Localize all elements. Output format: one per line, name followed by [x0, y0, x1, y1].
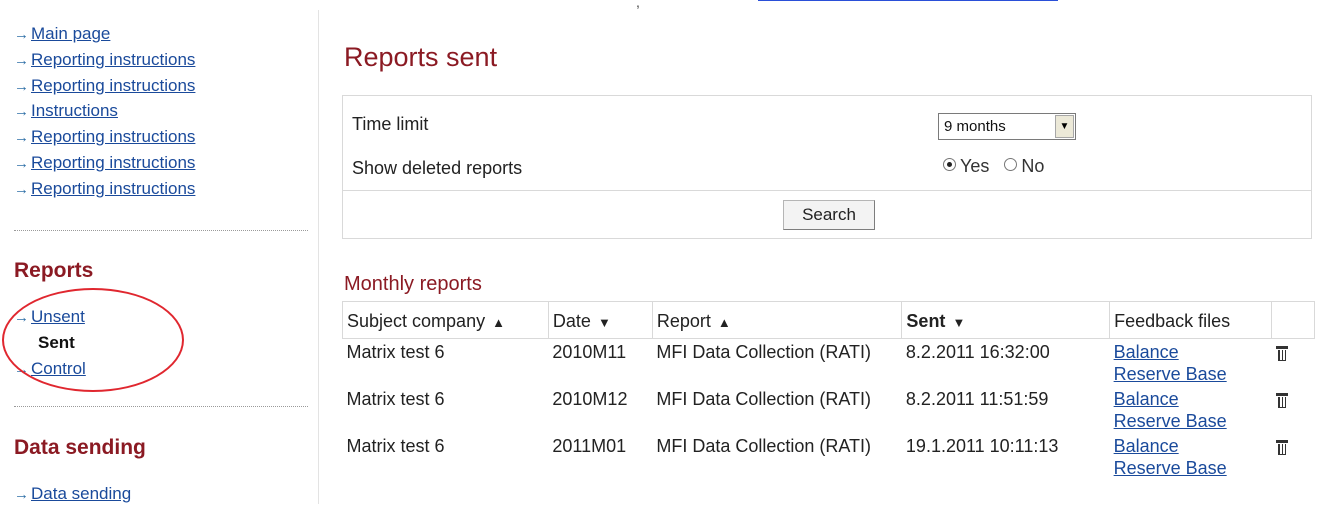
- cell-company: Matrix test 6: [346, 342, 445, 362]
- search-button[interactable]: Search: [783, 200, 875, 230]
- column-header-label: Report: [656, 310, 711, 331]
- cell-company: Matrix test 6: [346, 389, 445, 409]
- table-row: Matrix test 6 2010M11 MFI Data Collectio…: [343, 339, 1315, 387]
- nav-item-reporting-instructions: → Reporting instructions: [14, 177, 195, 203]
- nav-link[interactable]: Main page: [31, 24, 110, 43]
- cell-feedback-files: Balance Reserve Base: [1110, 433, 1272, 480]
- sort-desc-icon[interactable]: ▼: [952, 315, 965, 330]
- nav-link[interactable]: Reporting instructions: [31, 127, 195, 146]
- cell-actions: [1272, 433, 1315, 480]
- cell-feedback-files: Balance Reserve Base: [1110, 386, 1272, 433]
- arrow-right-icon: →: [14, 77, 29, 95]
- nav-link[interactable]: Reporting instructions: [31, 179, 195, 198]
- cell-date: 2011M01: [552, 436, 627, 456]
- show-deleted-label: Show deleted reports: [352, 158, 523, 178]
- arrow-right-icon: →: [14, 486, 29, 503]
- column-header-actions: [1271, 301, 1315, 339]
- cell-report: MFI Data Collection (RATI): [656, 342, 872, 362]
- time-limit-label: Time limit: [352, 114, 429, 134]
- cell-date: 2010M12: [552, 389, 628, 409]
- filter-divider: [343, 190, 1311, 191]
- table-header-row: Subject company ▲ Date ▼ Report ▲ Sent ▼…: [342, 301, 1315, 339]
- sidebar-divider: [14, 230, 308, 231]
- arrow-right-icon: →: [14, 180, 29, 198]
- sidebar: → Main page → Reporting instructions → Repo…: [0, 0, 318, 504]
- sort-asc-icon[interactable]: ▲: [718, 315, 731, 330]
- arrow-right-icon: →: [14, 129, 29, 147]
- cell-actions: [1272, 386, 1315, 433]
- column-header-sent[interactable]: Sent ▼: [901, 301, 1111, 339]
- cell-actions: [1272, 339, 1315, 387]
- nav-link[interactable]: Reporting instructions: [31, 50, 195, 69]
- feedback-file-link[interactable]: Reserve Base: [1114, 364, 1227, 384]
- column-header-subject-company[interactable]: Subject company ▲: [342, 301, 549, 339]
- nav-item-reporting-instructions: → Reporting instructions: [14, 74, 195, 100]
- nav-item-reporting-instructions: → Reporting instructions: [14, 48, 195, 74]
- table-row: Matrix test 6 2010M12 MFI Data Collectio…: [343, 386, 1315, 433]
- cell-feedback-files: Balance Reserve Base: [1110, 339, 1272, 387]
- time-limit-value: 9 months: [944, 118, 1006, 135]
- column-header-label: Sent: [906, 310, 946, 331]
- sidebar-nav: → Main page → Reporting instructions → Repo…: [14, 22, 195, 203]
- cell-report: MFI Data Collection (RATI): [656, 436, 872, 456]
- radio-yes[interactable]: [943, 158, 956, 171]
- sort-desc-icon[interactable]: ▼: [598, 315, 611, 330]
- trash-icon[interactable]: [1275, 439, 1288, 455]
- feedback-file-link[interactable]: Reserve Base: [1114, 458, 1227, 478]
- nav-link[interactable]: Reporting instructions: [31, 76, 195, 95]
- cell-sent: 8.2.2011 16:32:00: [905, 342, 1050, 362]
- sidebar-divider: [14, 406, 308, 407]
- table-row: Matrix test 6 2011M01 MFI Data Collectio…: [343, 433, 1315, 480]
- cell-sent: 8.2.2011 11:51:59: [905, 389, 1049, 409]
- column-header-label: Subject company: [347, 310, 486, 331]
- feedback-file-link[interactable]: Balance: [1114, 342, 1179, 362]
- arrow-right-icon: →: [14, 103, 29, 121]
- filter-panel: Time limit 9 months ▼ Show deleted repor…: [342, 95, 1312, 239]
- reports-table: Subject company ▲ Date ▼ Report ▲ Sent ▼…: [342, 301, 1315, 480]
- time-limit-select[interactable]: 9 months ▼: [938, 113, 1076, 140]
- sort-asc-icon[interactable]: ▲: [492, 315, 505, 330]
- arrow-right-icon: →: [14, 51, 29, 69]
- column-divider: [318, 10, 319, 504]
- nav-item-main-page: → Main page: [14, 22, 195, 48]
- radio-no-label: No: [1021, 156, 1045, 176]
- trash-icon[interactable]: [1275, 392, 1288, 408]
- column-header-feedback-files: Feedback files: [1109, 301, 1273, 339]
- radio-no[interactable]: [1004, 158, 1018, 171]
- monthly-reports-title: Monthly reports: [344, 273, 482, 295]
- nav-link[interactable]: Instructions: [31, 101, 118, 120]
- nav-item-reporting-instructions: → Reporting instructions: [14, 151, 195, 177]
- cell-report: MFI Data Collection (RATI): [656, 389, 872, 409]
- reports-section-title: Reports: [14, 259, 94, 282]
- feedback-file-link[interactable]: Reserve Base: [1114, 411, 1227, 431]
- column-header-date[interactable]: Date ▼: [547, 301, 653, 339]
- main-content: Reports sent Time limit 9 months ▼ Show …: [340, 0, 1315, 504]
- cell-sent: 19.1.2011 10:11:13: [905, 436, 1059, 456]
- arrow-right-icon: →: [14, 26, 29, 43]
- data-sending-nav: → Data sending: [14, 482, 131, 508]
- dropdown-arrow-icon[interactable]: ▼: [1055, 115, 1074, 138]
- data-sending-section-title: Data sending: [14, 436, 146, 459]
- data-sending-item: → Data sending: [14, 482, 131, 508]
- highlight-circle-annotation: [2, 288, 184, 392]
- page-title: Reports sent: [344, 42, 498, 72]
- arrow-right-icon: →: [14, 154, 29, 172]
- feedback-file-link[interactable]: Balance: [1114, 389, 1179, 409]
- cell-date: 2010M11: [552, 342, 627, 362]
- column-header-label: Feedback files: [1114, 310, 1231, 331]
- column-header-report[interactable]: Report ▲: [651, 301, 903, 339]
- cell-company: Matrix test 6: [346, 436, 445, 456]
- nav-item-reporting-instructions: → Reporting instructions: [14, 125, 195, 151]
- column-header-label: Date: [552, 310, 591, 331]
- trash-icon[interactable]: [1275, 345, 1288, 361]
- nav-link[interactable]: Reporting instructions: [31, 153, 195, 172]
- radio-yes-label: Yes: [960, 156, 990, 176]
- data-sending-link[interactable]: Data sending: [31, 484, 131, 503]
- feedback-file-link[interactable]: Balance: [1114, 436, 1179, 456]
- show-deleted-radio-group: Yes No: [943, 156, 1044, 177]
- nav-item-instructions: → Instructions: [14, 99, 195, 125]
